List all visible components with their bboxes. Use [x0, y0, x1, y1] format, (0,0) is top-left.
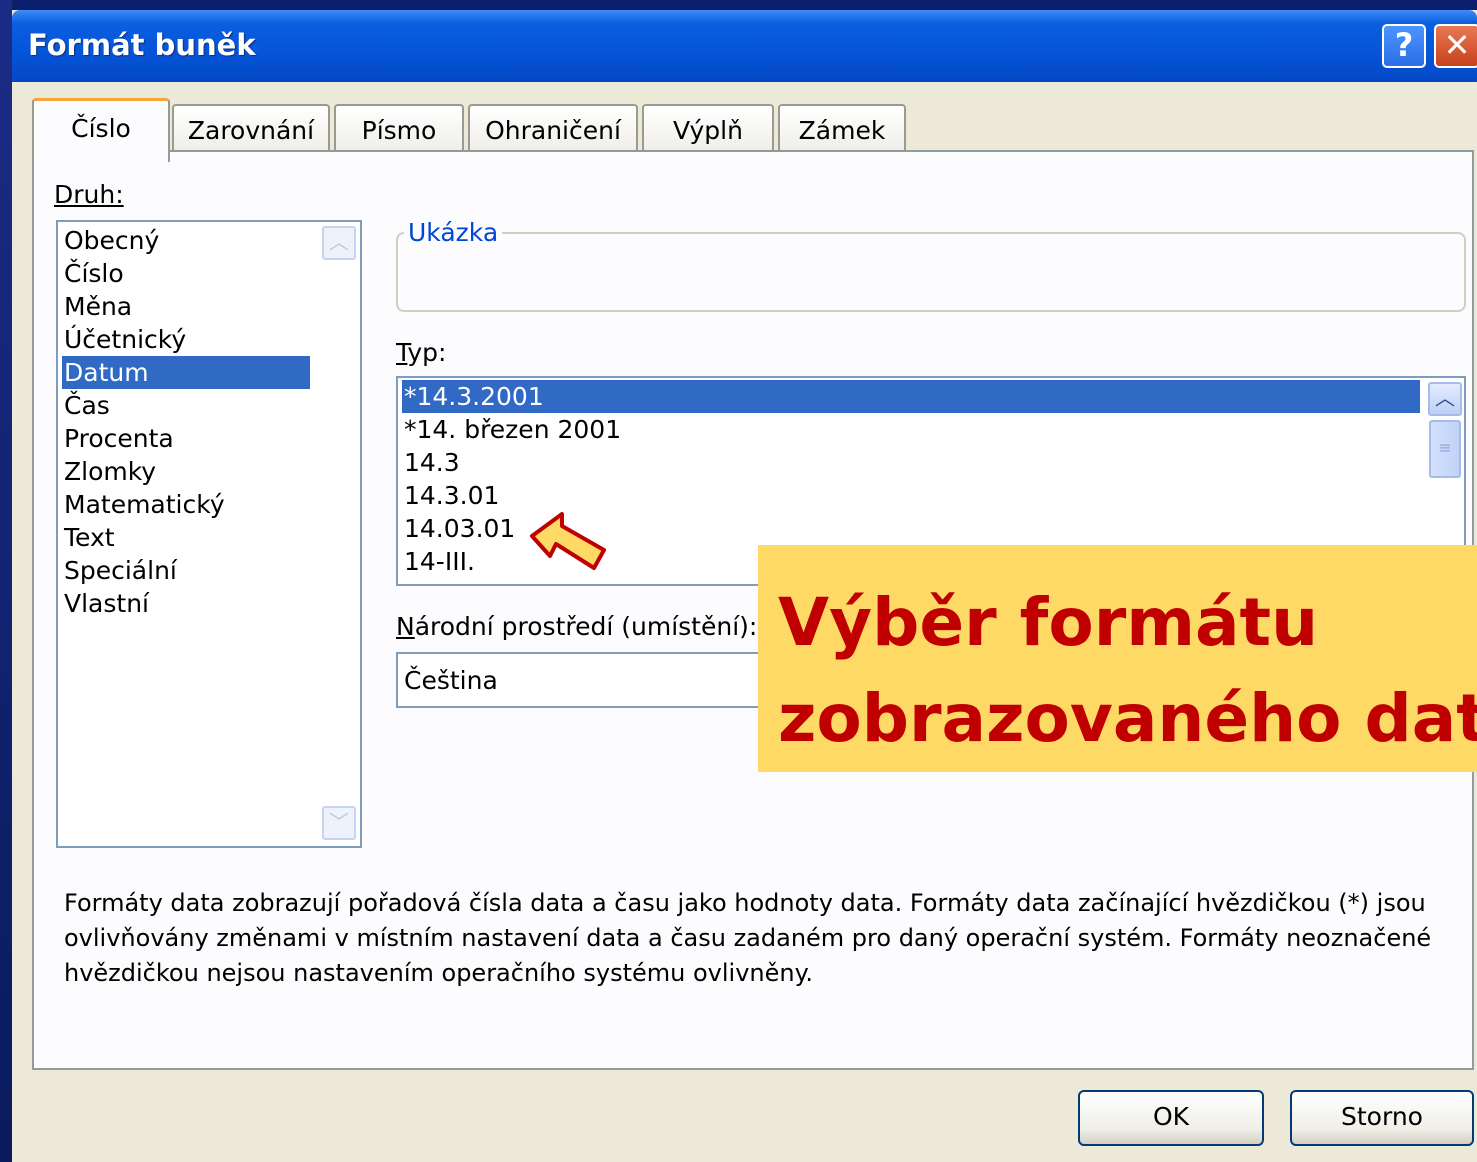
category-item[interactable]: Text: [62, 521, 115, 554]
close-button[interactable]: ✕: [1434, 24, 1477, 68]
type-item[interactable]: 14.III.01: [402, 578, 506, 584]
callout-line-2: zobrazovaného dat: [778, 680, 1477, 757]
category-listbox[interactable]: Obecný Číslo Měna Účetnický Datum Čas Pr…: [56, 220, 362, 848]
help-button[interactable]: ?: [1382, 24, 1426, 68]
type-scroll-thumb[interactable]: ≡: [1429, 420, 1461, 478]
ok-button[interactable]: OK: [1078, 1090, 1264, 1146]
sample-group: [396, 232, 1466, 312]
type-item[interactable]: 14.3.01: [402, 479, 499, 512]
locale-value: Čeština: [404, 666, 498, 695]
cancel-button[interactable]: Storno: [1290, 1090, 1474, 1146]
desktop-background-left: [0, 0, 12, 1162]
category-item[interactable]: Zlomky: [62, 455, 156, 488]
scroll-down-icon[interactable]: ﹀: [322, 806, 356, 840]
type-label: Typ:: [396, 338, 447, 367]
category-item[interactable]: Účetnický: [62, 323, 186, 356]
callout-line-1: Výběr formátu: [778, 584, 1319, 661]
category-item[interactable]: Číslo: [62, 257, 124, 290]
type-item[interactable]: *14. březen 2001: [402, 413, 621, 446]
category-item[interactable]: Měna: [62, 290, 132, 323]
title-bar[interactable]: Formát buněk ? ✕: [12, 10, 1477, 82]
locale-label: Národní prostředí (umístění):: [396, 612, 758, 641]
category-item[interactable]: Vlastní: [62, 587, 149, 620]
category-item[interactable]: Čas: [62, 389, 110, 422]
category-item[interactable]: Speciální: [62, 554, 177, 587]
locale-combobox[interactable]: Čeština: [396, 652, 796, 708]
dialog-title: Formát buněk: [28, 28, 256, 62]
category-item[interactable]: Obecný: [62, 224, 159, 257]
tab-cislo[interactable]: Číslo: [32, 98, 170, 162]
category-item[interactable]: Procenta: [62, 422, 174, 455]
format-description: Formáty data zobrazují pořadová čísla da…: [64, 889, 1432, 987]
annotation-callout: Výběr formátu zobrazovaného dat: [758, 545, 1477, 772]
sample-legend: Ukázka: [404, 218, 503, 247]
category-label: Druh:: [54, 180, 124, 209]
scroll-up-icon[interactable]: ︿: [322, 226, 356, 260]
category-item[interactable]: Matematický: [62, 488, 225, 521]
category-item-selected[interactable]: Datum: [62, 356, 310, 389]
type-item[interactable]: 14.03.01: [402, 512, 515, 545]
pointer-arrow-icon: [530, 512, 606, 570]
callout-text: Výběr formátu zobrazovaného dat: [778, 575, 1477, 767]
type-scroll-up-icon[interactable]: ︿: [1428, 382, 1462, 416]
type-item-selected[interactable]: *14.3.2001: [402, 380, 1420, 413]
type-item[interactable]: 14-III.: [402, 545, 475, 578]
type-item[interactable]: 14.3: [402, 446, 460, 479]
